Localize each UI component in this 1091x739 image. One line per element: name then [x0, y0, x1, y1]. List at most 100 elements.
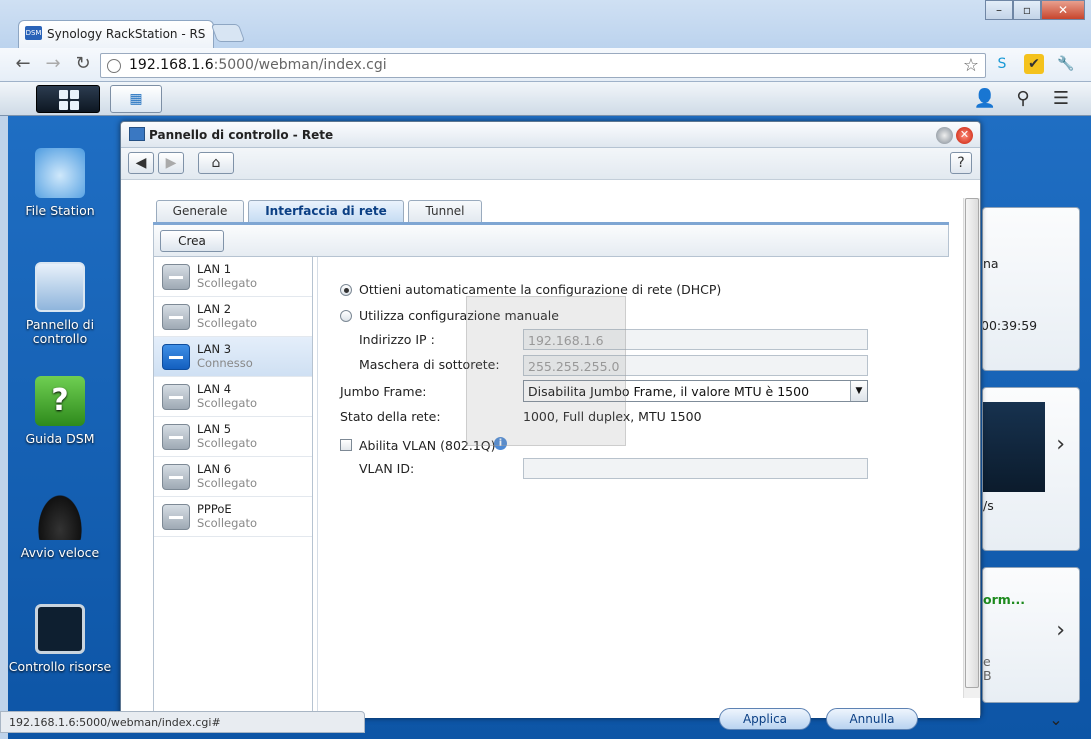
- address-bar[interactable]: 192.168.1.6:5000/webman/index.cgi ☆: [100, 53, 986, 78]
- desktop-icon-file-station[interactable]: File Station: [6, 148, 114, 218]
- network-port-icon: [162, 384, 190, 410]
- maximize-button[interactable]: ▫: [1013, 0, 1041, 20]
- widget-uptime: 00:39:59: [982, 318, 1038, 333]
- user-icon[interactable]: 👤: [972, 87, 998, 111]
- browser-tab-title: Synology RackStation - RS: [47, 27, 206, 41]
- widget-system-info: na 00:39:59: [982, 207, 1080, 371]
- wrench-menu-icon[interactable]: 🔧: [1056, 54, 1076, 74]
- skype-extension-icon[interactable]: S: [992, 54, 1012, 74]
- help-book-icon: ?: [35, 376, 85, 426]
- help-button[interactable]: ?: [950, 152, 972, 174]
- reload-icon[interactable]: ↻: [70, 52, 96, 76]
- interface-item-lan3[interactable]: LAN 3 Connesso: [154, 337, 312, 377]
- scrollbar-thumb[interactable]: [965, 198, 979, 688]
- dhcp-radio[interactable]: [340, 284, 352, 296]
- pppoe-icon: [162, 504, 190, 530]
- desktop-icon-control-panel[interactable]: Pannello di controllo: [6, 262, 114, 346]
- back-arrow-icon[interactable]: ←: [10, 52, 36, 76]
- page-info-icon[interactable]: [107, 59, 121, 73]
- desktop-icon-dsm-help[interactable]: ? Guida DSM: [6, 376, 114, 446]
- chevron-right-icon[interactable]: ›: [1056, 618, 1065, 643]
- magic-hat-icon: [35, 490, 85, 540]
- vlan-checkbox[interactable]: [340, 439, 352, 451]
- widget-text: na: [983, 256, 999, 271]
- dsm-taskbar: ▦ 👤 ⚲ ☰: [0, 82, 1091, 116]
- forward-arrow-icon[interactable]: →: [40, 52, 66, 76]
- browser-tab[interactable]: DSM Synology RackStation - RS: [18, 20, 214, 48]
- interface-status: Scollegato: [197, 516, 258, 530]
- control-panel-window: Pannello di controllo - Rete ✕ ◀ ▶ ⌂ ? G…: [120, 121, 981, 730]
- forward-button[interactable]: ▶: [158, 152, 184, 174]
- action-toolbar: Crea: [153, 225, 949, 257]
- interface-name: LAN 2: [197, 302, 232, 316]
- extension-icon[interactable]: ✔: [1024, 54, 1044, 74]
- network-port-icon: [162, 344, 190, 370]
- jumbo-frame-label: Jumbo Frame:: [340, 384, 427, 399]
- desktop-icon-label: Pannello di controllo: [25, 317, 95, 346]
- network-port-icon: [162, 464, 190, 490]
- back-button[interactable]: ◀: [128, 152, 154, 174]
- interface-list: LAN 1 Scollegato LAN 2 Scollegato LAN 3 Con…: [153, 257, 313, 717]
- manual-config-radio[interactable]: [340, 310, 352, 322]
- interface-item-lan2[interactable]: LAN 2 Scollegato: [154, 297, 312, 337]
- apply-button[interactable]: Applica: [719, 708, 811, 730]
- network-port-icon: [162, 264, 190, 290]
- interface-detail-panel: [317, 257, 949, 717]
- network-status-label: Stato della rete:: [340, 409, 441, 424]
- widget-graph: [983, 402, 1045, 492]
- control-panel-small-icon: [129, 127, 145, 141]
- interface-item-lan6[interactable]: LAN 6 Scollegato: [154, 457, 312, 497]
- main-menu-button[interactable]: [36, 85, 100, 113]
- widget-text: e: [983, 654, 991, 669]
- tab-label: Generale: [172, 204, 228, 218]
- bookmark-star-icon[interactable]: ☆: [963, 55, 979, 76]
- network-port-icon: [162, 304, 190, 330]
- desktop-icon-quick-start[interactable]: Avvio veloce: [6, 490, 114, 560]
- interface-item-lan5[interactable]: LAN 5 Scollegato: [154, 417, 312, 457]
- desktop-icon-label: File Station: [25, 203, 95, 218]
- widget-storage: orm... › e B: [982, 567, 1080, 703]
- desktop-icon-label: Guida DSM: [25, 431, 95, 446]
- widget-title: orm...: [983, 592, 1026, 607]
- interface-status: Scollegato: [197, 436, 258, 450]
- chevron-down-icon[interactable]: ▼: [850, 381, 867, 401]
- watermark-logo: [466, 296, 626, 446]
- desktop-icon-label: Controllo risorse: [8, 659, 112, 674]
- vertical-scrollbar[interactable]: [963, 198, 980, 698]
- tab-label: Interfaccia di rete: [265, 204, 387, 218]
- interface-name: LAN 6: [197, 462, 232, 476]
- interface-status: Scollegato: [197, 476, 258, 490]
- close-window-button[interactable]: ✕: [1041, 0, 1085, 20]
- chevron-right-icon[interactable]: ›: [1056, 432, 1065, 457]
- create-button[interactable]: Crea: [160, 230, 224, 252]
- window-titlebar[interactable]: Pannello di controllo - Rete ✕: [121, 122, 980, 148]
- interface-item-lan4[interactable]: LAN 4 Scollegato: [154, 377, 312, 417]
- tab-general[interactable]: Generale: [156, 200, 244, 222]
- taskbar-control-panel-button[interactable]: ▦: [110, 85, 162, 113]
- desktop-icon-resource-monitor[interactable]: Controllo risorse: [6, 604, 114, 674]
- widget-network: › /s: [982, 387, 1080, 551]
- home-icon[interactable]: ⌂: [198, 152, 234, 174]
- interface-item-pppoe[interactable]: PPPoE Scollegato: [154, 497, 312, 537]
- interface-item-lan1[interactable]: LAN 1 Scollegato: [154, 257, 312, 297]
- vlan-id-label: VLAN ID:: [359, 461, 415, 476]
- url-host: 192.168.1.6: [129, 57, 214, 73]
- close-window-icon[interactable]: ✕: [956, 127, 973, 144]
- dhcp-label: Ottieni automaticamente la configurazion…: [359, 282, 722, 297]
- dsm-favicon-icon: DSM: [25, 26, 42, 40]
- ip-address-label: Indirizzo IP :: [359, 332, 435, 347]
- tab-tunnel[interactable]: Tunnel: [408, 200, 482, 222]
- widgets-icon[interactable]: ☰: [1048, 87, 1074, 111]
- new-tab-button[interactable]: [210, 24, 246, 42]
- network-port-icon: [162, 424, 190, 450]
- vlan-id-field[interactable]: [523, 458, 868, 479]
- tab-network-interface[interactable]: Interfaccia di rete: [248, 200, 404, 222]
- browser-titlebar: DSM Synology RackStation - RS – ▫ ✕: [0, 0, 1091, 48]
- search-icon[interactable]: ⚲: [1010, 87, 1036, 111]
- minimize-window-button[interactable]: [936, 127, 953, 144]
- interface-status: Scollegato: [197, 396, 258, 410]
- minimize-button[interactable]: –: [985, 0, 1013, 20]
- browser-toolbar: ← → ↻ 192.168.1.6:5000/webman/index.cgi …: [0, 48, 1091, 82]
- chevron-down-icon[interactable]: ⌄: [1040, 710, 1072, 732]
- cancel-button[interactable]: Annulla: [826, 708, 918, 730]
